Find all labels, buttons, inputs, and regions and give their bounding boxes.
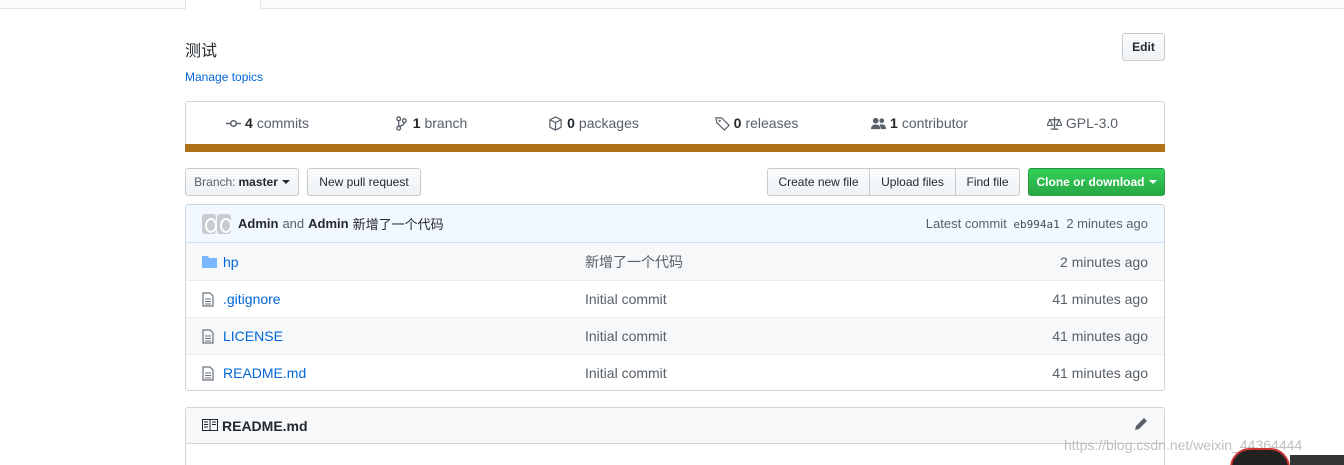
file-age: 41 minutes ago xyxy=(1052,328,1148,344)
book-icon xyxy=(202,418,218,434)
avatar[interactable] xyxy=(202,213,232,234)
contributors-label: contributor xyxy=(901,115,968,131)
file-row: LICENSE Initial commit 41 minutes ago xyxy=(186,317,1164,354)
latest-commit-prefix: Latest commit xyxy=(925,216,1007,231)
find-file-button[interactable]: Find file xyxy=(955,168,1020,196)
manage-topics-link[interactable]: Manage topics xyxy=(185,70,263,84)
corner-bar xyxy=(1290,455,1344,465)
folder-icon xyxy=(202,254,218,270)
top-tab-strip xyxy=(0,0,1344,10)
file-list: Admin and Admin 新增了一个代码 Latest commit eb… xyxy=(185,204,1165,391)
file-row: hp 新增了一个代码 2 minutes ago xyxy=(186,243,1164,280)
file-name[interactable]: hp xyxy=(223,254,585,270)
clone-or-download-button[interactable]: Clone or download xyxy=(1028,168,1165,196)
readme-box: README.md xyxy=(185,407,1165,465)
package-icon xyxy=(549,115,562,131)
file-commit-message[interactable]: 新增了一个代码 xyxy=(585,252,1060,272)
commit-sha[interactable]: eb994a1 xyxy=(1013,218,1059,231)
active-tab[interactable] xyxy=(185,0,261,10)
commits-label: commits xyxy=(256,115,309,131)
commit-icon xyxy=(226,119,242,127)
file-commit-message[interactable]: Initial commit xyxy=(585,365,1052,381)
file-age: 2 minutes ago xyxy=(1060,253,1148,270)
people-icon xyxy=(871,117,887,129)
file-commit-message[interactable]: Initial commit xyxy=(585,328,1052,344)
commit-and: and xyxy=(282,216,305,231)
edit-description-button[interactable]: Edit xyxy=(1122,33,1165,61)
contributors-count: 1 xyxy=(890,115,898,131)
file-name[interactable]: LICENSE xyxy=(223,328,585,344)
commits-count: 4 xyxy=(245,115,253,131)
file-name[interactable]: README.md xyxy=(223,365,585,381)
avatar-image xyxy=(217,213,232,234)
packages-stat[interactable]: 0 packages xyxy=(512,115,675,131)
branch-value: master xyxy=(238,175,278,189)
file-row: README.md Initial commit 41 minutes ago xyxy=(186,354,1164,390)
branches-label: branch xyxy=(424,115,468,131)
commit-message[interactable]: 新增了一个代码 xyxy=(353,214,444,233)
caret-down-icon xyxy=(1148,180,1157,184)
commit-committer[interactable]: Admin xyxy=(308,216,348,231)
clone-label: Clone or download xyxy=(1036,175,1145,189)
releases-stat[interactable]: 0 releases xyxy=(675,115,838,131)
branch-icon xyxy=(395,115,407,131)
avatar-image xyxy=(202,213,217,234)
latest-commit-age: 2 minutes ago xyxy=(1066,216,1148,231)
file-age: 41 minutes ago xyxy=(1052,291,1148,307)
commits-stat[interactable]: 4 commits xyxy=(186,115,349,131)
contributors-stat[interactable]: 1 contributor xyxy=(838,115,1001,131)
branches-count: 1 xyxy=(412,115,421,131)
readme-header: README.md xyxy=(186,408,1164,444)
commit-author[interactable]: Admin xyxy=(238,216,278,231)
license-stat[interactable]: GPL-3.0 xyxy=(1001,115,1164,131)
law-icon xyxy=(1046,116,1062,130)
latest-commit-info: Latest commit eb994a1 2 minutes ago xyxy=(926,216,1148,231)
packages-count: 0 xyxy=(567,115,575,131)
file-name[interactable]: .gitignore xyxy=(223,291,585,307)
packages-label: packages xyxy=(578,115,639,131)
releases-label: releases xyxy=(745,115,799,131)
new-pull-request-button[interactable]: New pull request xyxy=(307,168,421,196)
file-age: 41 minutes ago xyxy=(1052,365,1148,381)
create-new-file-button[interactable]: Create new file xyxy=(767,168,870,196)
repo-description: 测试 xyxy=(185,43,218,60)
upload-files-button[interactable]: Upload files xyxy=(869,168,956,196)
file-row: .gitignore Initial commit 41 minutes ago xyxy=(186,280,1164,317)
caret-down-icon xyxy=(281,180,290,184)
corner-widget xyxy=(1230,448,1290,465)
readme-title: README.md xyxy=(222,417,308,434)
pencil-icon[interactable] xyxy=(1134,417,1148,434)
latest-commit-bar: Admin and Admin 新增了一个代码 Latest commit eb… xyxy=(186,205,1164,243)
branches-stat[interactable]: 1 branch xyxy=(349,115,512,131)
branch-label: Branch: xyxy=(194,175,236,189)
file-icon xyxy=(202,365,218,381)
tag-icon xyxy=(714,116,730,131)
branch-select-button[interactable]: Branch: master xyxy=(185,168,299,196)
repo-summary: 4 commits 1 branch 0 packages 0 releases… xyxy=(185,101,1165,152)
file-icon xyxy=(202,291,218,307)
license-label: GPL-3.0 xyxy=(1065,115,1119,131)
file-commit-message[interactable]: Initial commit xyxy=(585,291,1052,307)
file-icon xyxy=(202,328,218,344)
language-bar xyxy=(185,144,1165,152)
releases-count: 0 xyxy=(733,115,742,131)
